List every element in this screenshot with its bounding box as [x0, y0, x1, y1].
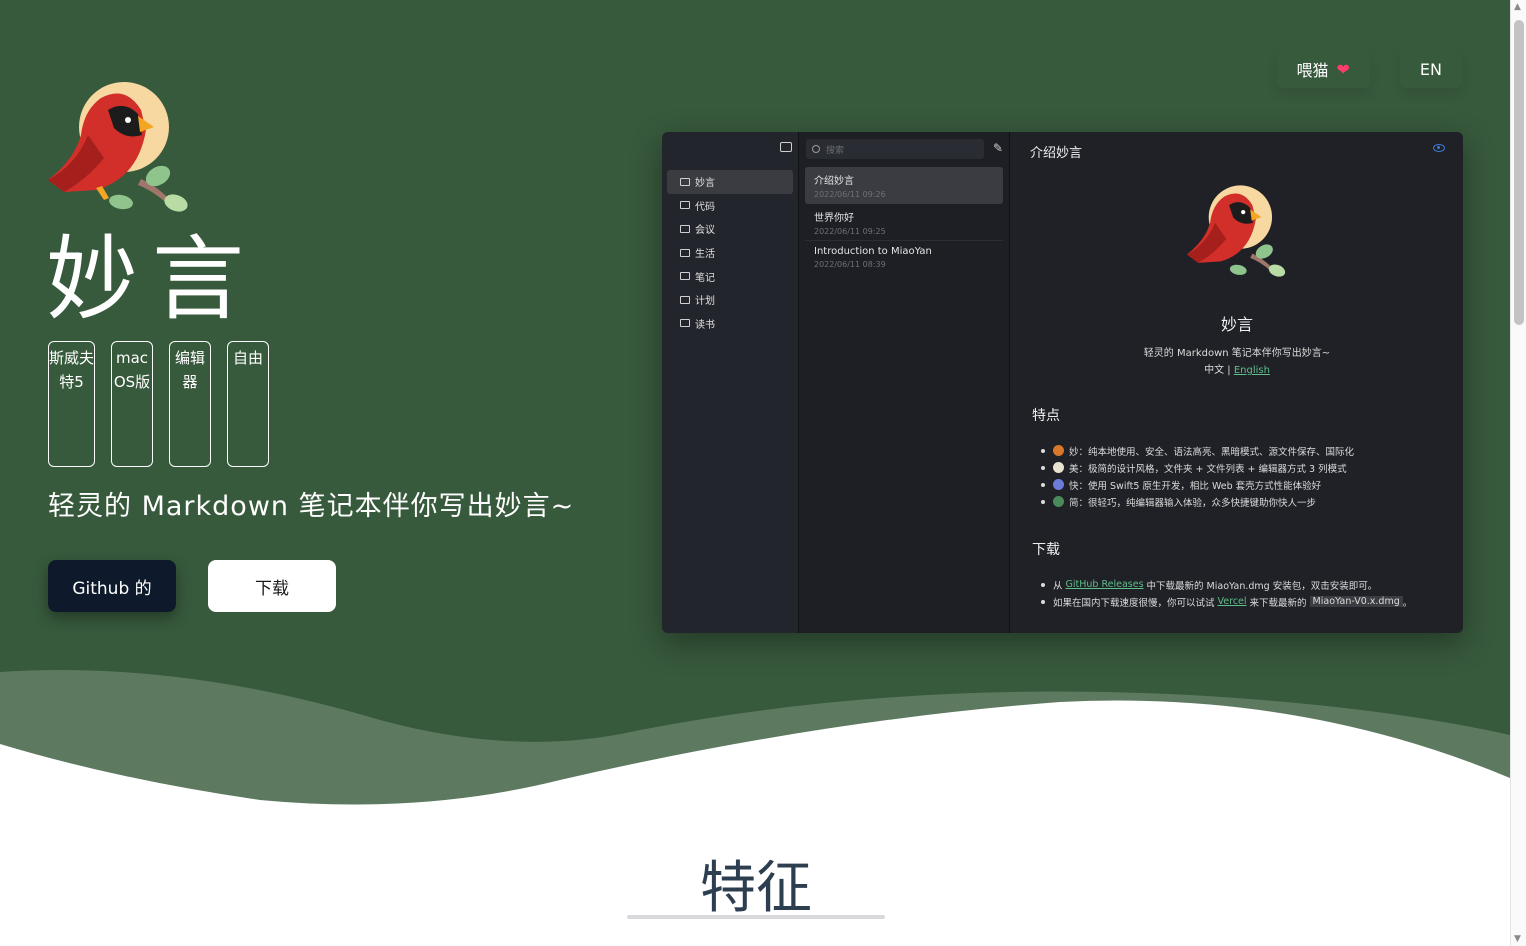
folder-icon	[680, 224, 690, 233]
pencil-icon: ✎	[992, 141, 1003, 155]
download-text: 如果在国内下载速度很慢，你可以试试	[1053, 597, 1215, 609]
folder-icon	[680, 319, 690, 328]
scroll-up-arrow-icon[interactable]: ▲	[1514, 2, 1521, 12]
folder-label: 妙言	[695, 178, 715, 190]
editor-lang-line: 中文 | English	[1011, 361, 1463, 376]
folder-label: 计划	[695, 296, 715, 308]
cardinal-logo-icon	[1186, 185, 1286, 277]
feature-item: 快：使用 Swift5 原生开发，相比 Web 套壳方式性能体验好	[1041, 476, 1354, 493]
features-heading: 特点	[1032, 408, 1060, 424]
language-label: EN	[1419, 59, 1442, 79]
english-link: English	[1233, 365, 1270, 376]
folder-icon	[680, 248, 690, 257]
feed-cat-label: 喂猫	[1296, 61, 1329, 80]
folder-label: 会议	[695, 225, 715, 237]
note-item: 世界你好 2022/06/11 09:25	[805, 204, 1003, 241]
editor-preview: 介绍妙言 妙言 轻灵的 Markdown 笔记本伴你写出妙言~ 中文 | Eng…	[1011, 132, 1463, 633]
page-scrollbar[interactable]: ▲ ▼	[1510, 0, 1526, 946]
download-text: 中下载最新的 MiaoYan.dmg 安装包，双击安装即可。	[1146, 580, 1378, 592]
note-date: 2022/06/11 09:26	[814, 190, 886, 199]
features-title-underline	[627, 915, 885, 919]
download-list: 从 GitHub Releases 中下载最新的 MiaoYan.dmg 安装包，双…	[1041, 576, 1412, 610]
editor-doc-title: 介绍妙言	[1030, 146, 1083, 161]
tag-free: 自由	[227, 341, 269, 467]
download-item: 从 GitHub Releases 中下载最新的 MiaoYan.dmg 安装包，双…	[1041, 576, 1412, 593]
top-nav: 喂猫 ❤ EN	[1277, 50, 1463, 88]
feature-text: 快：使用 Swift5 原生开发，相比 Web 套壳方式性能体验好	[1069, 480, 1322, 492]
feed-cat-link[interactable]: 喂猫 ❤	[1277, 50, 1370, 88]
editor-app-name: 妙言	[1220, 315, 1253, 334]
folder-icon	[680, 295, 690, 304]
feature-text: 简：很轻巧，纯编辑器输入体验，众多快捷键助你快人一步	[1069, 497, 1317, 509]
leaf-emoji-icon	[1053, 496, 1064, 507]
feature-text: 妙：纯本地使用、安全、语法高亮、黑暗模式、源文件保存、国际化	[1069, 446, 1355, 458]
runner-emoji-icon	[1053, 479, 1064, 490]
download-text: 来下载最新的	[1249, 597, 1307, 609]
feature-item: 简：很轻巧，纯编辑器输入体验，众多快捷键助你快人一步	[1041, 493, 1354, 510]
filename-code: MiaoYan-V0.x.dmg	[1309, 596, 1403, 607]
github-button[interactable]: Github 的	[48, 560, 176, 612]
github-releases-link: GitHub Releases	[1065, 579, 1144, 590]
note-title: 介绍妙言	[814, 176, 854, 187]
note-date: 2022/06/11 08:39	[814, 260, 886, 269]
download-text: 从	[1053, 580, 1063, 592]
download-button[interactable]: 下载	[208, 560, 336, 612]
folder-label: 笔记	[695, 272, 715, 284]
tag-editor: 编辑器	[169, 341, 211, 467]
preview-eye-icon	[1433, 144, 1445, 152]
folder-icon	[680, 201, 690, 210]
folder-item: 笔记	[667, 264, 793, 288]
download-text: 。	[1402, 597, 1413, 609]
note-item: Introduction to MiaoYan 2022/06/11 08:39	[805, 241, 1003, 278]
download-heading: 下载	[1032, 542, 1060, 558]
hero-subtitle: 轻灵的 Markdown 笔记本伴你写出妙言~	[48, 491, 575, 522]
scroll-down-arrow-icon[interactable]: ▼	[1514, 934, 1521, 944]
folder-item: 生活	[667, 241, 793, 265]
lang-prefix: 中文 |	[1204, 365, 1234, 376]
features-list: 妙：纯本地使用、安全、语法高亮、黑暗模式、源文件保存、国际化 美：极简的设计风格…	[1041, 442, 1354, 510]
note-list: 搜索 ✎ 介绍妙言 2022/06/11 09:26 世界你好 2022/06/…	[799, 132, 1010, 633]
folder-label: 生活	[695, 249, 715, 261]
folder-item: 妙言	[667, 170, 793, 194]
editor-slogan: 轻灵的 Markdown 笔记本伴你写出妙言~	[1143, 348, 1331, 359]
face-emoji-icon	[1053, 462, 1064, 473]
note-title: Introduction to MiaoYan	[814, 246, 932, 257]
download-item: 如果在国内下载速度很慢，你可以试试 Vercel 来下载最新的 MiaoYan-V0.…	[1041, 593, 1412, 610]
note-search-field: 搜索	[806, 139, 984, 159]
umbrella-emoji-icon	[1053, 445, 1064, 456]
tag-swift5: 斯威夫特5	[48, 341, 95, 467]
features-section-title: 特征	[700, 856, 812, 921]
tag-macos: macOS版	[111, 341, 153, 467]
folder-icon	[680, 177, 690, 186]
feature-item: 妙：纯本地使用、安全、语法高亮、黑暗模式、源文件保存、国际化	[1041, 442, 1354, 459]
tag-list: 斯威夫特5 macOS版 编辑器 自由	[48, 341, 269, 467]
note-date: 2022/06/11 09:25	[814, 227, 886, 236]
note-item: 介绍妙言 2022/06/11 09:26	[805, 167, 1003, 204]
feature-item: 美：极简的设计风格，文件夹 + 文件列表 + 编辑器方式 3 列模式	[1041, 459, 1354, 476]
search-placeholder: 搜索	[826, 145, 845, 156]
language-switch-en[interactable]: EN	[1400, 50, 1462, 88]
folder-item: 读书	[667, 312, 793, 336]
search-icon	[812, 145, 820, 153]
folder-icon	[680, 272, 690, 281]
note-title: 世界你好	[814, 213, 854, 224]
folder-label: 读书	[695, 319, 715, 331]
heart-icon: ❤	[1336, 59, 1350, 79]
cardinal-logo-icon	[48, 82, 188, 212]
folder-sidebar: 妙言 代码 会议 生活 笔记 计划 读书	[662, 132, 799, 633]
app-preview: 妙言 代码 会议 生活 笔记 计划 读书 搜索 ✎ 介绍妙言 2022/06/1…	[662, 132, 1463, 633]
vercel-link: Vercel	[1217, 596, 1247, 607]
feature-text: 美：极简的设计风格，文件夹 + 文件列表 + 编辑器方式 3 列模式	[1069, 463, 1347, 475]
scrollbar-thumb[interactable]	[1514, 20, 1524, 325]
folder-item: 会议	[667, 217, 793, 241]
new-folder-icon	[780, 142, 792, 152]
page-title: 妙言	[46, 226, 259, 333]
folder-item: 代码	[667, 194, 793, 218]
folder-item: 计划	[667, 288, 793, 312]
folder-label: 代码	[695, 201, 715, 213]
hero-section: 喂猫 ❤ EN 妙言 斯威夫特5 macOS版 编辑器 自由 轻灵的 Markd…	[0, 0, 1510, 946]
